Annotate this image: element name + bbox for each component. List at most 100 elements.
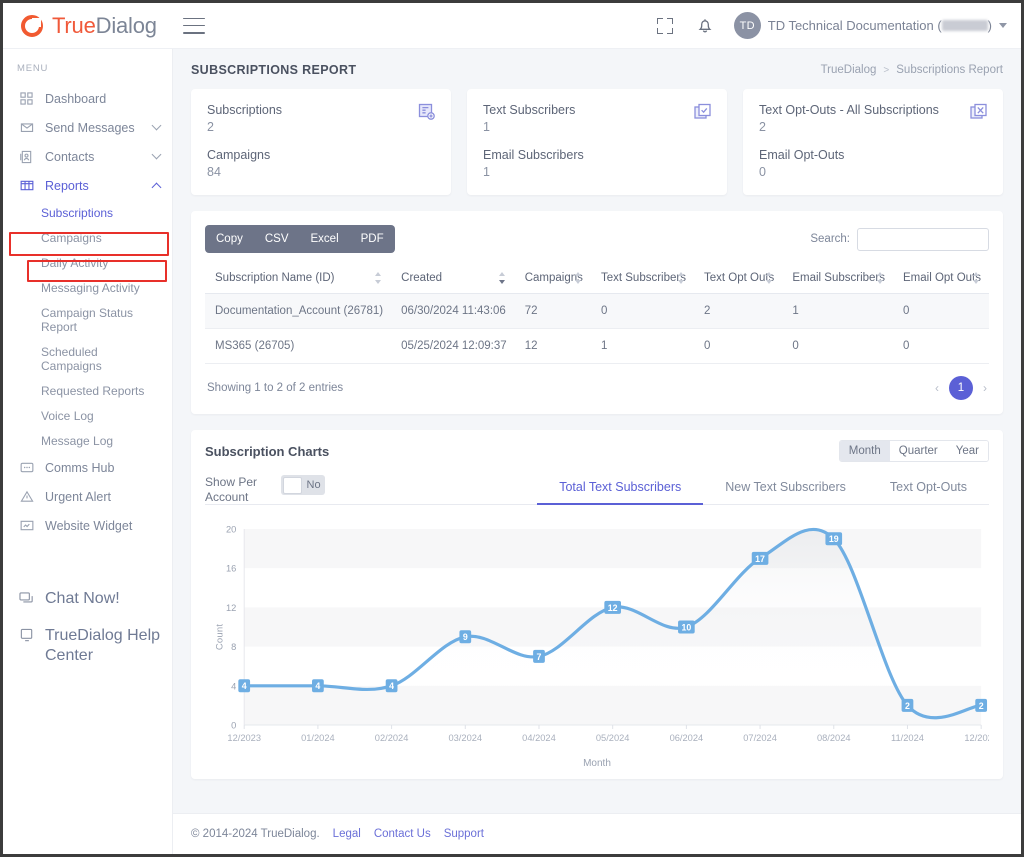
opt-outs-icon (970, 103, 988, 121)
notifications-bell-icon[interactable] (694, 15, 716, 37)
svg-text:4: 4 (242, 681, 247, 691)
table-head: Subscription Name (ID) Created Campaigns… (205, 263, 989, 294)
sort-icon[interactable] (498, 272, 506, 284)
sort-icon[interactable] (877, 272, 884, 284)
column-header-email-opt-outs[interactable]: Email Opt Outs (893, 263, 989, 294)
card-value: 2 (759, 120, 766, 134)
sort-icon[interactable] (973, 272, 980, 284)
chevron-down-icon[interactable] (999, 23, 1007, 28)
support-link[interactable]: Support (444, 828, 484, 840)
charts-controls: Show Per Account No Total Text Subscribe… (205, 475, 989, 505)
chevron-up-icon[interactable] (151, 182, 162, 193)
card-row: Email Subscribers 1 (483, 148, 711, 179)
sidebar-item-daily-activity[interactable]: Daily Activity (3, 250, 172, 275)
sidebar-item-send-messages[interactable]: Send Messages (3, 113, 172, 142)
card-label: Subscriptions (207, 103, 283, 117)
column-header-email-subscribers[interactable]: Email Subscribers (782, 263, 894, 294)
cell-email-opt-outs: 0 (893, 328, 989, 364)
show-per-account-toggle[interactable]: No (281, 475, 325, 495)
sidebar-item-campaigns[interactable]: Campaigns (3, 225, 172, 250)
cell-text-subscribers: 1 (590, 328, 694, 364)
svg-text:16: 16 (226, 563, 236, 574)
granularity-year[interactable]: Year (946, 441, 988, 461)
column-header-campaigns[interactable]: Campaigns (514, 263, 591, 294)
sidebar-item-voice-log[interactable]: Voice Log (3, 403, 172, 428)
tab-new-text-subscribers[interactable]: New Text Subscribers (703, 475, 868, 505)
subscribers-check-icon (694, 103, 712, 121)
pagination-next-icon[interactable]: › (983, 381, 987, 395)
svg-text:19: 19 (829, 534, 839, 544)
pagination-page-1[interactable]: 1 (949, 376, 973, 400)
table-row[interactable]: Documentation_Account (26781) 06/30/2024… (205, 293, 989, 329)
breadcrumb-separator-icon: > (883, 64, 890, 76)
chat-box-icon (19, 460, 34, 475)
sidebar-item-messaging-activity[interactable]: Messaging Activity (3, 275, 172, 300)
card-row: Subscriptions 2 (207, 103, 435, 134)
csv-button[interactable]: CSV (254, 225, 300, 253)
tab-text-opt-outs[interactable]: Text Opt-Outs (868, 475, 989, 505)
menu-toggle-icon[interactable] (182, 17, 205, 34)
sidebar-item-website-widget[interactable]: Website Widget (3, 511, 172, 540)
sidebar-item-campaign-status-report[interactable]: Campaign Status Report (3, 300, 172, 339)
copyright-text: © 2014-2024 TrueDialog. (191, 828, 320, 840)
sidebar: MENU Dashboard Send Messages Contacts Re… (3, 49, 173, 854)
contact-us-link[interactable]: Contact Us (374, 828, 431, 840)
column-header-created[interactable]: Created (391, 263, 515, 294)
sidebar-item-label: Reports (45, 178, 89, 193)
excel-button[interactable]: Excel (300, 225, 350, 253)
brand-text: TrueDialog (52, 13, 157, 39)
card-row: Text Subscribers 1 (483, 103, 711, 134)
fullscreen-icon[interactable] (654, 15, 676, 37)
chart-x-axis-label: Month (583, 758, 611, 769)
legal-link[interactable]: Legal (333, 828, 361, 840)
chevron-down-icon[interactable] (151, 149, 162, 160)
chevron-down-icon[interactable] (151, 120, 162, 131)
column-header-text-subscribers[interactable]: Text Subscribers (590, 263, 694, 294)
sidebar-item-urgent-alert[interactable]: Urgent Alert (3, 482, 172, 511)
chart-point-label: 19 (825, 532, 843, 546)
toggle-knob (282, 476, 302, 494)
app-window: TrueDialog TD TD Technical Documentation… (0, 0, 1024, 857)
sidebar-item-requested-reports[interactable]: Requested Reports (3, 378, 172, 403)
sort-icon[interactable] (375, 272, 382, 284)
sort-icon[interactable] (766, 272, 773, 284)
sidebar-item-contacts[interactable]: Contacts (3, 142, 172, 171)
sidebar-item-dashboard[interactable]: Dashboard (3, 84, 172, 113)
sort-icon[interactable] (574, 272, 582, 284)
brand-logo[interactable]: TrueDialog (21, 13, 157, 39)
copy-button[interactable]: Copy (205, 225, 254, 253)
svg-text:4: 4 (389, 681, 394, 691)
svg-text:08/2024: 08/2024 (817, 732, 851, 743)
sidebar-item-reports[interactable]: Reports (3, 171, 172, 200)
account-name-prefix: TD Technical Documentation ( (767, 18, 942, 33)
svg-text:06/2024: 06/2024 (670, 732, 704, 743)
sidebar-item-label: Website Widget (45, 518, 133, 533)
sidebar-item-label: Contacts (45, 149, 95, 164)
account-menu[interactable]: TD TD Technical Documentation () (733, 12, 1007, 39)
redacted-account-id (941, 20, 988, 31)
svg-text:11/2024: 11/2024 (891, 732, 924, 743)
pdf-button[interactable]: PDF (350, 225, 395, 253)
cell-subscription-name: Documentation_Account (26781) (205, 293, 392, 329)
breadcrumb-root[interactable]: TrueDialog (821, 64, 877, 76)
table-row[interactable]: MS365 (26705) 05/25/2024 12:09:37 12 1 0… (205, 328, 989, 364)
granularity-quarter[interactable]: Quarter (889, 441, 947, 461)
sidebar-item-subscriptions[interactable]: Subscriptions (3, 200, 172, 225)
granularity-month[interactable]: Month (839, 441, 890, 461)
column-header-text-opt-outs[interactable]: Text Opt Outs (693, 263, 783, 294)
card-value: 1 (483, 120, 490, 134)
sidebar-item-label: Comms Hub (45, 460, 115, 475)
subscriptions-table: Subscription Name (ID) Created Campaigns… (205, 263, 989, 364)
chat-now-link[interactable]: Chat Now! (19, 582, 172, 619)
help-center-link[interactable]: TrueDialog Help Center (19, 619, 172, 673)
pagination-prev-icon[interactable]: ‹ (935, 381, 939, 395)
sidebar-item-comms-hub[interactable]: Comms Hub (3, 453, 172, 482)
table-body: Documentation_Account (26781) 06/30/2024… (205, 293, 989, 364)
sort-icon[interactable] (677, 272, 685, 284)
sidebar-item-message-log[interactable]: Message Log (3, 428, 172, 453)
column-header-subscription-name[interactable]: Subscription Name (ID) (205, 263, 392, 294)
tab-total-text-subscribers[interactable]: Total Text Subscribers (537, 475, 704, 505)
search-input[interactable] (857, 227, 989, 251)
brand-text-first: True (52, 12, 96, 38)
sidebar-item-scheduled-campaigns[interactable]: Scheduled Campaigns (3, 339, 172, 378)
